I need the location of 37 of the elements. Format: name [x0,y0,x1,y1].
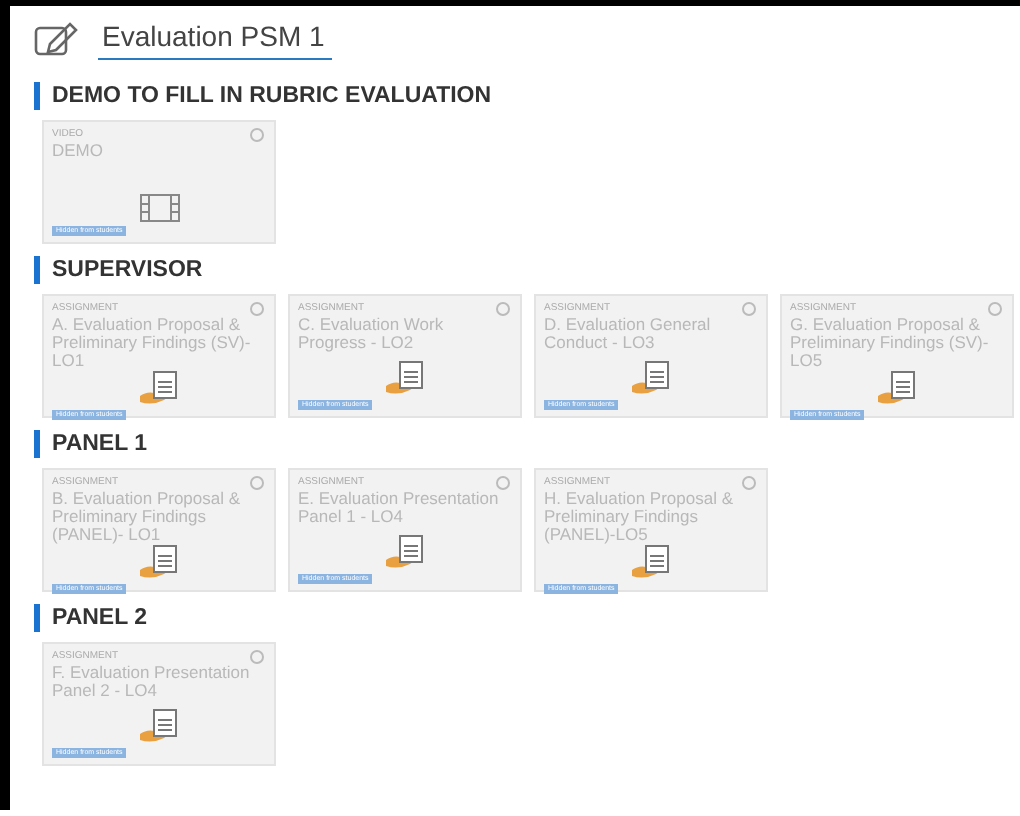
activity-title: F. Evaluation Presentation Panel 2 - LO4 [52,664,252,700]
hand-document-icon [137,708,181,744]
section-marker [34,430,40,458]
page-title: Evaluation PSM 1 [98,20,333,60]
circle-icon [742,476,756,490]
section-heading: SUPERVISOR [52,258,203,282]
hand-document-icon [875,370,919,406]
activity-title: H. Evaluation Proposal & Preliminary Findings (PANEL)-LO5 [544,490,735,544]
activity-title: G. Evaluation Proposal & Preliminary Findings (SV)-LO5 [790,316,991,370]
circle-icon [742,302,756,316]
section-heading: DEMO TO FILL IN RUBRIC EVALUATION [52,84,492,108]
section-marker [34,256,40,284]
hand-document-icon [629,360,673,396]
section-heading: PANEL 2 [52,606,148,630]
hand-document-icon [137,370,181,406]
hand-document-icon [137,544,181,580]
circle-icon [496,302,510,316]
film-icon [139,194,179,222]
circle-icon [250,128,264,142]
circle-icon [250,302,264,316]
activity-title: C. Evaluation Work Progress - LO2 [298,316,446,352]
activity-title: A. Evaluation Proposal & Preliminary Findings (SV)- LO1 [52,316,253,370]
activity-title: D. Evaluation General Conduct - LO3 [544,316,713,352]
circle-icon [988,302,1002,316]
section-heading: PANEL 1 [52,432,148,456]
section-marker [34,604,40,632]
circle-icon [496,476,510,490]
circle-icon [250,476,264,490]
section-marker [34,82,40,110]
activity-title: E. Evaluation Presentation Panel 1 - LO4 [298,490,501,526]
activity-title: DEMO [52,142,105,160]
hand-document-icon [629,544,673,580]
hand-document-icon [383,534,427,570]
edit-icon [34,22,78,58]
activity-title: B. Evaluation Proposal & Preliminary Findings (PANEL)- LO1 [52,490,243,544]
hand-document-icon [383,360,427,396]
circle-icon [250,650,264,664]
